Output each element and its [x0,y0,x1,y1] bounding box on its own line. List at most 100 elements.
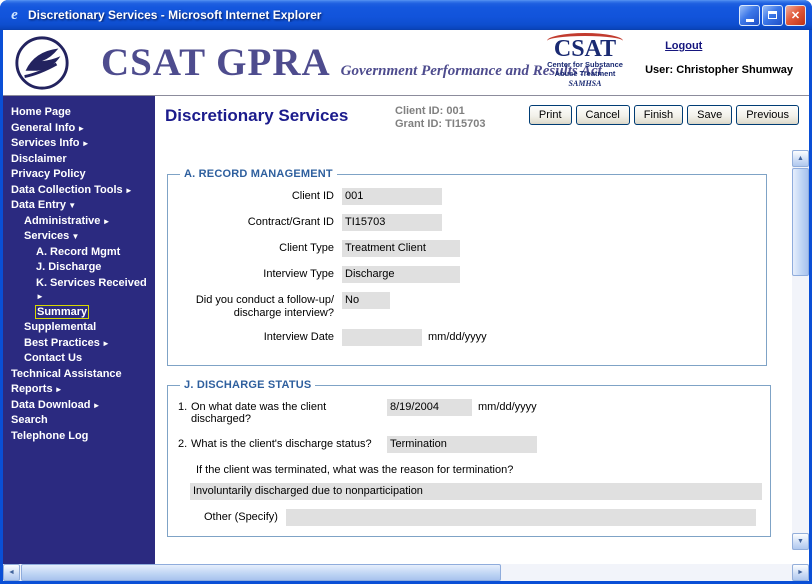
field-value[interactable]: 001 [342,188,442,205]
maximize-icon [768,11,777,19]
finish-button[interactable]: Finish [634,105,683,125]
record-management-rows: Client ID001Contract/Grant IDTI15703Clie… [176,188,758,346]
close-button[interactable]: ✕ [785,5,806,26]
date-format-hint: mm/dd/yyyy [478,399,537,413]
maximize-button[interactable] [762,5,783,26]
sidebar-item-data-collection-tools[interactable]: Data Collection Tools ► [3,183,155,199]
previous-button[interactable]: Previous [736,105,799,125]
form-row: Interview Type Discharge [176,266,758,283]
minimize-button[interactable] [739,5,760,26]
collapsed-arrow-icon: ► [79,139,89,148]
vertical-scroll-thumb[interactable] [792,168,809,276]
collapsed-arrow-icon: ► [123,186,133,195]
other-specify-field[interactable] [286,509,756,526]
page-body: Home PageGeneral Info ►Services Info ►Di… [3,96,809,564]
grant-id-label: Grant ID: TI15703 [395,118,485,131]
action-buttons: PrintCancelFinishSavePrevious [529,105,799,125]
user-label: User: Christopher Shumway [645,64,793,76]
termination-reason-field[interactable]: Involuntarily discharged due to nonparti… [190,483,762,500]
internet-explorer-icon: e [6,7,23,24]
sidebar-item-disclaimer[interactable]: Disclaimer [3,152,155,168]
sidebar-item-j-discharge[interactable]: J. Discharge [3,260,155,276]
sidebar-item-general-info[interactable]: General Info ► [3,121,155,137]
sidebar-item-administrative[interactable]: Administrative ► [3,214,155,230]
browser-viewport: CSAT GPRA Government Performance and Res… [3,30,809,581]
sidebar-item-services[interactable]: Services ▼ [3,229,155,245]
hhs-eagle-logo-icon [13,34,71,92]
other-specify-row: Other (Specify) [204,509,762,526]
sidebar-item-privacy-policy[interactable]: Privacy Policy [3,167,155,183]
field-label: Client Type [176,240,334,255]
collapsed-arrow-icon: ► [36,292,44,301]
window-controls: ✕ [739,5,806,26]
section-legend: A. RECORD MANAGEMENT [180,168,337,180]
form-row: Client Type Treatment Client [176,240,758,257]
field-label: Interview Type [176,266,334,281]
sidebar-nav: Home PageGeneral Info ►Services Info ►Di… [3,96,155,564]
date-format-hint: mm/dd/yyyy [428,329,487,343]
field-value[interactable]: Discharge [342,266,460,283]
main-header: Discretionary Services Client ID: 001 Gr… [155,96,809,150]
app-header: CSAT GPRA Government Performance and Res… [3,30,809,96]
discharge-date-field[interactable]: 8/19/2004 [387,399,472,416]
cancel-button[interactable]: Cancel [576,105,630,125]
field-label: Did you conduct a follow-up/discharge in… [176,292,334,320]
collapsed-arrow-icon: ► [90,401,100,410]
horizontal-scroll-track[interactable] [20,564,792,581]
section-legend: J. DISCHARGE STATUS [180,379,315,391]
main-panel: Discretionary Services Client ID: 001 Gr… [155,96,809,564]
titlebar[interactable]: e Discretionary Services - Microsoft Int… [0,0,812,30]
collapsed-arrow-icon: ► [75,124,85,133]
termination-reason-label: If the client was terminated, what was t… [196,464,762,476]
vertical-scrollbar[interactable]: ▲ ▼ [792,150,809,550]
brand: CSAT GPRA Government Performance and Res… [101,40,602,85]
form-row: Interview Datemm/dd/yyyy [176,329,758,346]
client-id-label: Client ID: 001 [395,105,485,118]
expanded-arrow-icon: ▼ [66,201,76,210]
csat-samhsa-logo-icon: CSAT Center for Substance Abuse Treatmen… [537,37,633,88]
vertical-scroll-track[interactable] [792,167,809,533]
sidebar-item-technical-assistance[interactable]: Technical Assistance [3,367,155,383]
expanded-arrow-icon: ▼ [69,232,79,241]
collapsed-arrow-icon: ► [53,385,63,394]
scroll-up-button[interactable]: ▲ [792,150,809,167]
question-number: 1. [178,399,191,413]
collapsed-arrow-icon: ► [100,339,110,348]
sidebar-item-reports[interactable]: Reports ► [3,382,155,398]
sidebar-item-a-record-mgmt[interactable]: A. Record Mgmt [3,245,155,261]
field-value[interactable]: TI15703 [342,214,442,231]
print-button[interactable]: Print [529,105,572,125]
csat-logo-line: Abuse Treatment [537,70,633,79]
form-row: Did you conduct a follow-up/discharge in… [176,292,758,320]
scroll-left-button[interactable]: ◄ [3,564,20,581]
sidebar-item-supplemental[interactable]: Supplemental [3,320,155,336]
discharge-status-field[interactable]: Termination [387,436,537,453]
sidebar-item-data-download[interactable]: Data Download ► [3,398,155,414]
sidebar-item-data-entry[interactable]: Data Entry ▼ [3,198,155,214]
scroll-right-button[interactable]: ► [792,564,809,581]
horizontal-scroll-thumb[interactable] [21,564,501,581]
horizontal-scrollbar[interactable]: ◄ ► [3,564,809,581]
browser-window: e Discretionary Services - Microsoft Int… [0,0,812,584]
sidebar-item-k-services-received[interactable]: K. Services Received ► [3,276,155,305]
sidebar-item-services-info[interactable]: Services Info ► [3,136,155,152]
field-value[interactable]: No [342,292,390,309]
brand-title: CSAT GPRA [101,40,331,85]
samhsa-label: SAMHSA [537,79,633,88]
save-button[interactable]: Save [687,105,732,125]
sidebar-item-best-practices[interactable]: Best Practices ► [3,336,155,352]
collapsed-arrow-icon: ► [100,217,110,226]
sidebar-item-summary[interactable]: Summary [3,305,155,321]
question-row: 2. What is the client's discharge status… [176,436,762,453]
sidebar-item-telephone-log[interactable]: Telephone Log [3,429,155,445]
field-label: Contract/Grant ID [176,214,334,229]
sidebar-item-contact-us[interactable]: Contact Us [3,351,155,367]
logout-link[interactable]: Logout [665,40,702,52]
question-row: 1. On what date was the client discharge… [176,399,762,425]
scroll-down-button[interactable]: ▼ [792,533,809,550]
question-number: 2. [178,436,191,450]
field-value[interactable] [342,329,422,346]
sidebar-item-search[interactable]: Search [3,413,155,429]
sidebar-item-home-page[interactable]: Home Page [3,105,155,121]
field-value[interactable]: Treatment Client [342,240,460,257]
